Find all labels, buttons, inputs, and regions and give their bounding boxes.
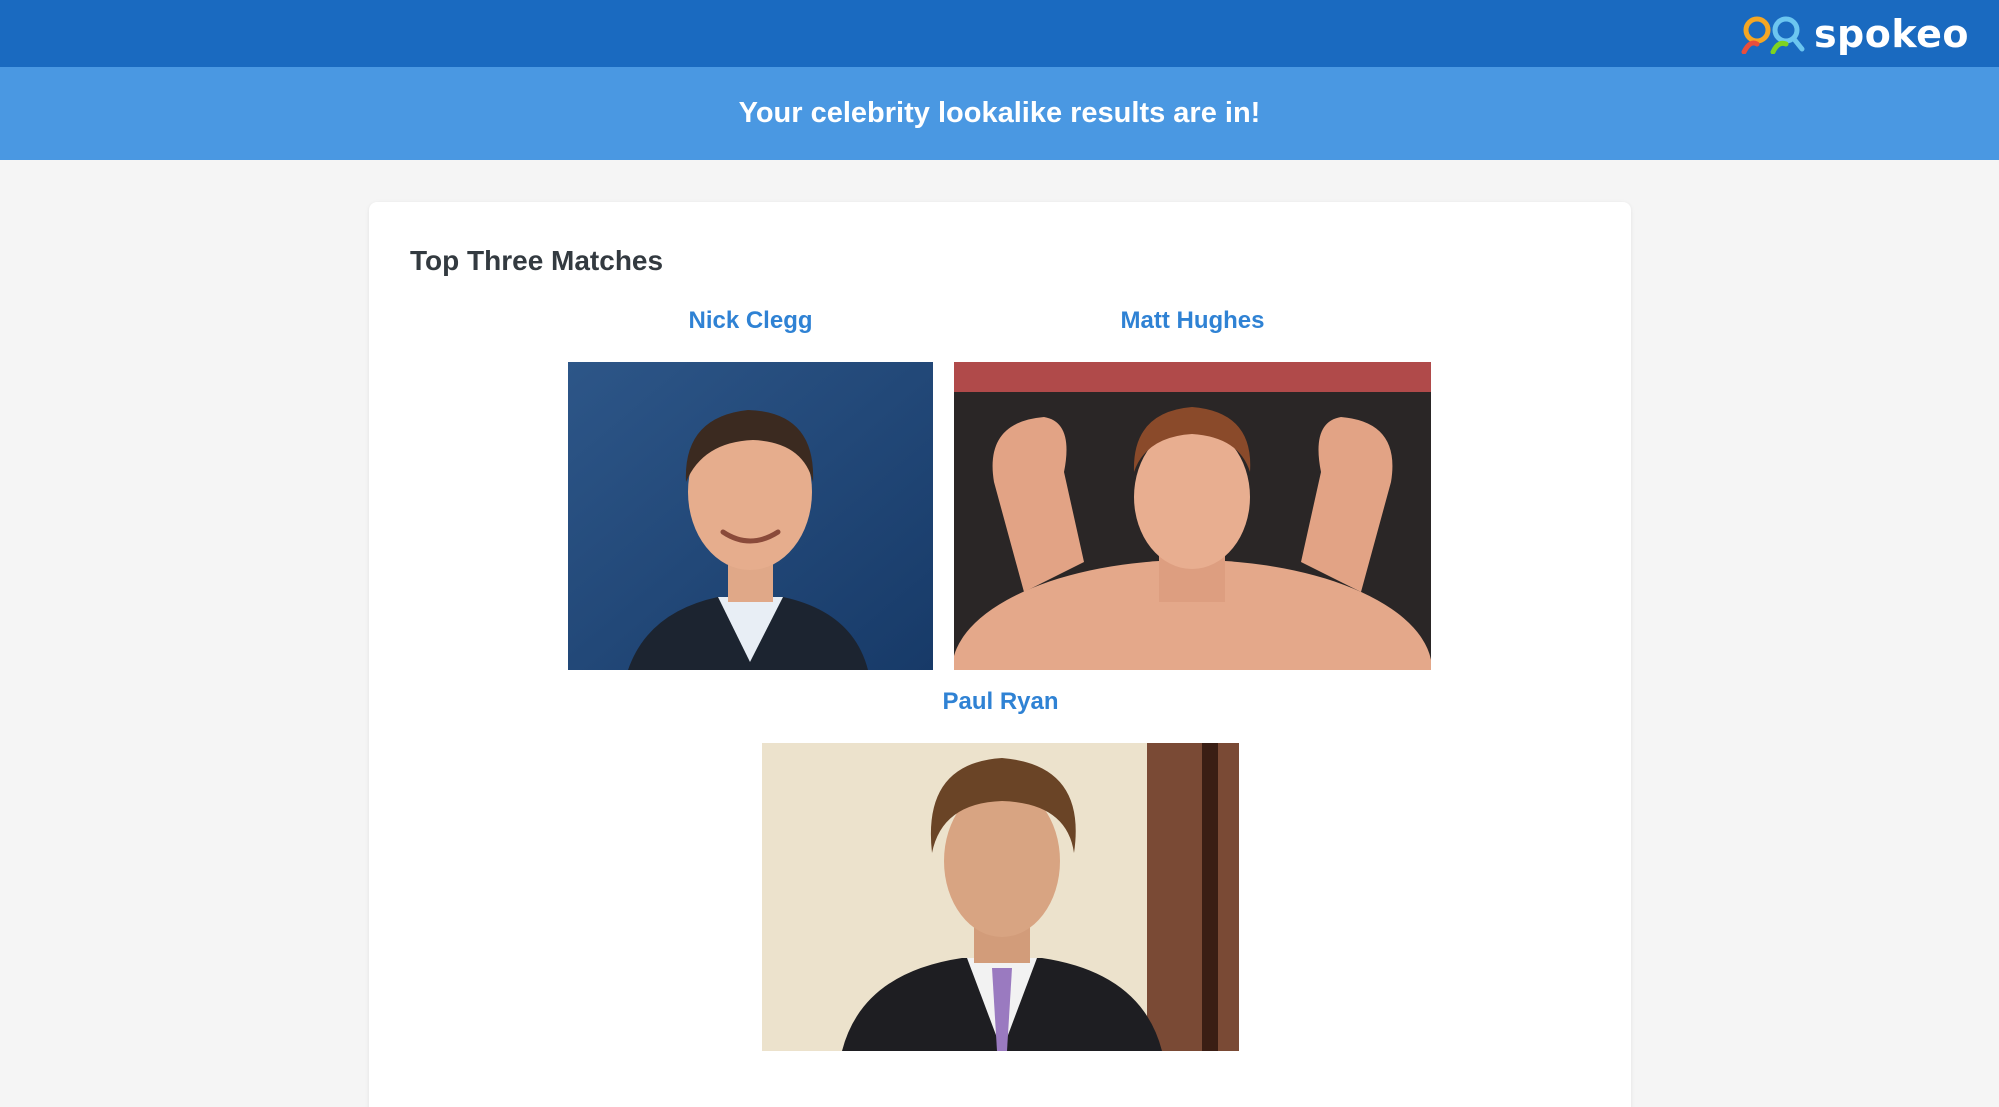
match-item-2: Matt Hughes [954,307,1431,672]
match-name-link[interactable]: Nick Clegg [568,307,933,335]
results-banner: Your celebrity lookalike results are in! [0,67,1999,160]
match-item-1: Nick Clegg [568,307,933,672]
top-nav-bar: spokeo [0,0,1999,67]
match-name-link[interactable]: Paul Ryan [762,688,1239,716]
spokeo-logo-icon [1741,16,1805,54]
banner-message: Your celebrity lookalike results are in! [738,97,1261,129]
results-title: Top Three Matches [410,245,664,276]
match-photo-1[interactable] [568,362,933,670]
spokeo-logo[interactable]: spokeo [1740,12,1969,56]
match-item-3: Paul Ryan [762,688,1239,1053]
brand-name: spokeo [1813,12,1969,56]
match-photo-3[interactable] [762,743,1239,1051]
match-name-link[interactable]: Matt Hughes [954,307,1431,335]
match-photo-2[interactable] [954,362,1431,670]
results-card: Top Three Matches Nick Clegg Matt Hughes… [369,202,1631,1107]
